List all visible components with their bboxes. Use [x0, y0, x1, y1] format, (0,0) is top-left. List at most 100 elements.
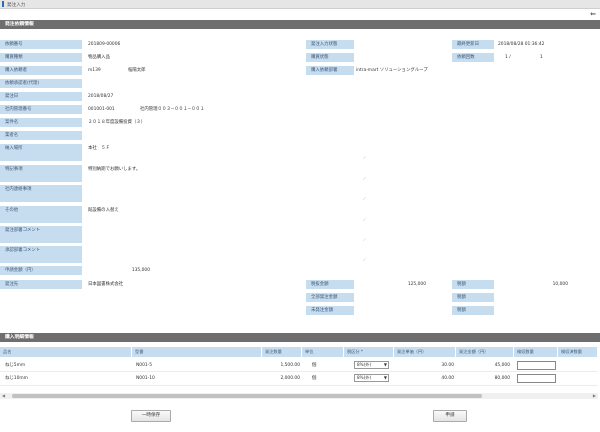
value-count-a: 1 /	[505, 55, 511, 60]
value-contact[interactable]	[88, 185, 288, 195]
label-internal-no: 社内管理番号	[0, 105, 82, 115]
label-subject: 案件名	[0, 118, 82, 128]
resize-grip-icon[interactable]: ⟋	[363, 217, 366, 222]
label-vendor: 発注先	[0, 280, 82, 290]
row2-unit: 個	[312, 376, 317, 381]
row-divider	[0, 371, 598, 372]
scroll-left-icon[interactable]: ◀	[2, 393, 5, 398]
value-subject: ２０１８年度設備投資（３）	[88, 120, 146, 125]
temp-save-button[interactable]: 一時保存	[131, 410, 171, 422]
row2-price: 40.00	[441, 376, 454, 381]
horizontal-scrollbar[interactable]: ◀ ▶	[0, 393, 598, 399]
value-delivery[interactable]: 本社 ５Ｆ	[88, 144, 288, 154]
row-divider	[0, 385, 598, 386]
value-req-type: 物品購入品	[88, 55, 110, 60]
label-special: 特記事項	[0, 165, 82, 183]
label-order-comment: 発注部署コメント	[0, 226, 82, 244]
column-header-unit: 単位	[302, 347, 344, 357]
label-company: 業者名	[0, 131, 82, 141]
label-delivery: 納入場所	[0, 144, 82, 162]
row1-tax-select[interactable]: 8%(外) ▼	[354, 361, 389, 369]
value-request-amount: 135,000	[131, 268, 150, 273]
value-count-b: 1	[540, 55, 543, 60]
label-request-amount: 申請金額（円）	[0, 266, 82, 276]
row1-unit: 個	[312, 363, 317, 368]
label-progress: 購買状態	[306, 53, 354, 63]
row2-tax-select[interactable]: 8%(外) ▼	[354, 374, 389, 382]
label-unit-tax: 税額	[452, 306, 494, 316]
column-header-accept: 検収数量	[514, 347, 558, 357]
column-header-price: 発注単価（円）	[394, 347, 456, 357]
column-header-amount: 発注金額（円）	[456, 347, 514, 357]
row2-amount: 80,000	[494, 376, 510, 381]
label-tax-excl: 税抜金額	[306, 280, 354, 290]
value-total-tax	[498, 293, 568, 303]
label-total-tax: 税額	[452, 293, 494, 303]
row2-name: ねじ10mm	[5, 376, 28, 381]
label-unit-total: 未発注金額	[306, 306, 354, 316]
scrollbar-thumb[interactable]	[12, 394, 482, 398]
label-purchaser: 購入依頼者	[0, 66, 82, 76]
apply-button[interactable]: 申請	[433, 410, 467, 422]
value-order-no: 201809-00006	[88, 42, 121, 47]
value-last-update: 2018/08/28 01:36:42	[498, 42, 545, 47]
label-approve-comment: 承認部署コメント	[0, 246, 82, 264]
dropdown-arrow-icon: ▼	[383, 375, 387, 380]
column-header-name: 品名	[0, 347, 132, 357]
row1-amount: 45,000	[494, 363, 510, 368]
row1-model: N001-5	[136, 363, 153, 368]
row1-qty: 1,500.00	[280, 363, 300, 368]
value-status	[360, 40, 440, 50]
resize-grip-icon[interactable]: ⟋	[363, 155, 366, 160]
value-unit-tax	[498, 306, 568, 316]
row2-accept-input[interactable]	[517, 374, 556, 383]
section-header-items: 購入明細情報	[0, 333, 600, 342]
label-status: 発注入力状態	[306, 40, 354, 50]
value-tax: 10,000	[552, 282, 568, 287]
label-tax: 税額	[452, 280, 494, 290]
value-internal-code: 社内管理００３−００１−００１	[140, 107, 205, 112]
dropdown-arrow-icon: ▼	[383, 362, 387, 367]
value-order-date: 2018/08/27	[88, 94, 114, 99]
value-purchaser-id: m139	[88, 68, 101, 73]
value-dept: intra-mart ソリューショングループ	[356, 68, 428, 73]
label-order-date: 発注日	[0, 92, 82, 102]
column-header-accepted: 検収済数量	[558, 347, 598, 357]
value-unit-total	[360, 306, 426, 316]
toolbar: ⇐	[0, 9, 600, 20]
value-total	[360, 293, 426, 303]
resize-grip-icon[interactable]: ⟋	[363, 257, 366, 262]
page-title: 発注入力	[7, 2, 26, 8]
label-total: 全部発注金額	[306, 293, 354, 303]
row1-price: 30.00	[441, 363, 454, 368]
resize-grip-icon[interactable]: ⟋	[363, 196, 366, 201]
value-tax-excl: 125,000	[407, 282, 426, 287]
value-company	[88, 131, 288, 141]
value-vendor: 日本図書株式会社	[88, 282, 124, 287]
scroll-right-icon[interactable]: ▶	[593, 393, 596, 398]
label-order-no: 依頼番号	[0, 40, 82, 50]
column-header-model: 型番	[132, 347, 262, 357]
row2-model: N001-10	[136, 376, 155, 381]
row1-accept-input[interactable]	[517, 361, 556, 370]
label-approver: 依頼承認者(代理)	[0, 79, 82, 89]
value-internal-no: 001001-001	[88, 107, 115, 112]
column-header-tax: 税区分 *	[344, 347, 394, 357]
section-header-order: 発注依頼情報	[0, 20, 600, 29]
title-marker	[2, 1, 4, 7]
back-arrow-icon[interactable]: ⇐	[590, 11, 596, 18]
row1-name: ねじ5mm	[5, 363, 26, 368]
resize-grip-icon[interactable]: ⟋	[363, 176, 366, 181]
value-other[interactable]: 既設備の入替え	[88, 206, 288, 216]
resize-grip-icon[interactable]: ⟋	[363, 237, 366, 242]
column-header-qty: 発注数量	[262, 347, 302, 357]
label-count: 依頼回数	[452, 53, 494, 63]
value-special[interactable]: 特別納期でお願いします。	[88, 165, 288, 175]
label-req-type: 購買種類	[0, 53, 82, 63]
label-dept: 購入依頼部署	[306, 66, 354, 76]
label-contact: 社内連絡事項	[0, 185, 82, 203]
value-purchaser-name: 桜陽太郎	[128, 68, 146, 73]
row2-qty: 2,000.00	[280, 376, 300, 381]
value-progress	[360, 53, 440, 63]
label-last-update: 最終更新日	[452, 40, 494, 50]
